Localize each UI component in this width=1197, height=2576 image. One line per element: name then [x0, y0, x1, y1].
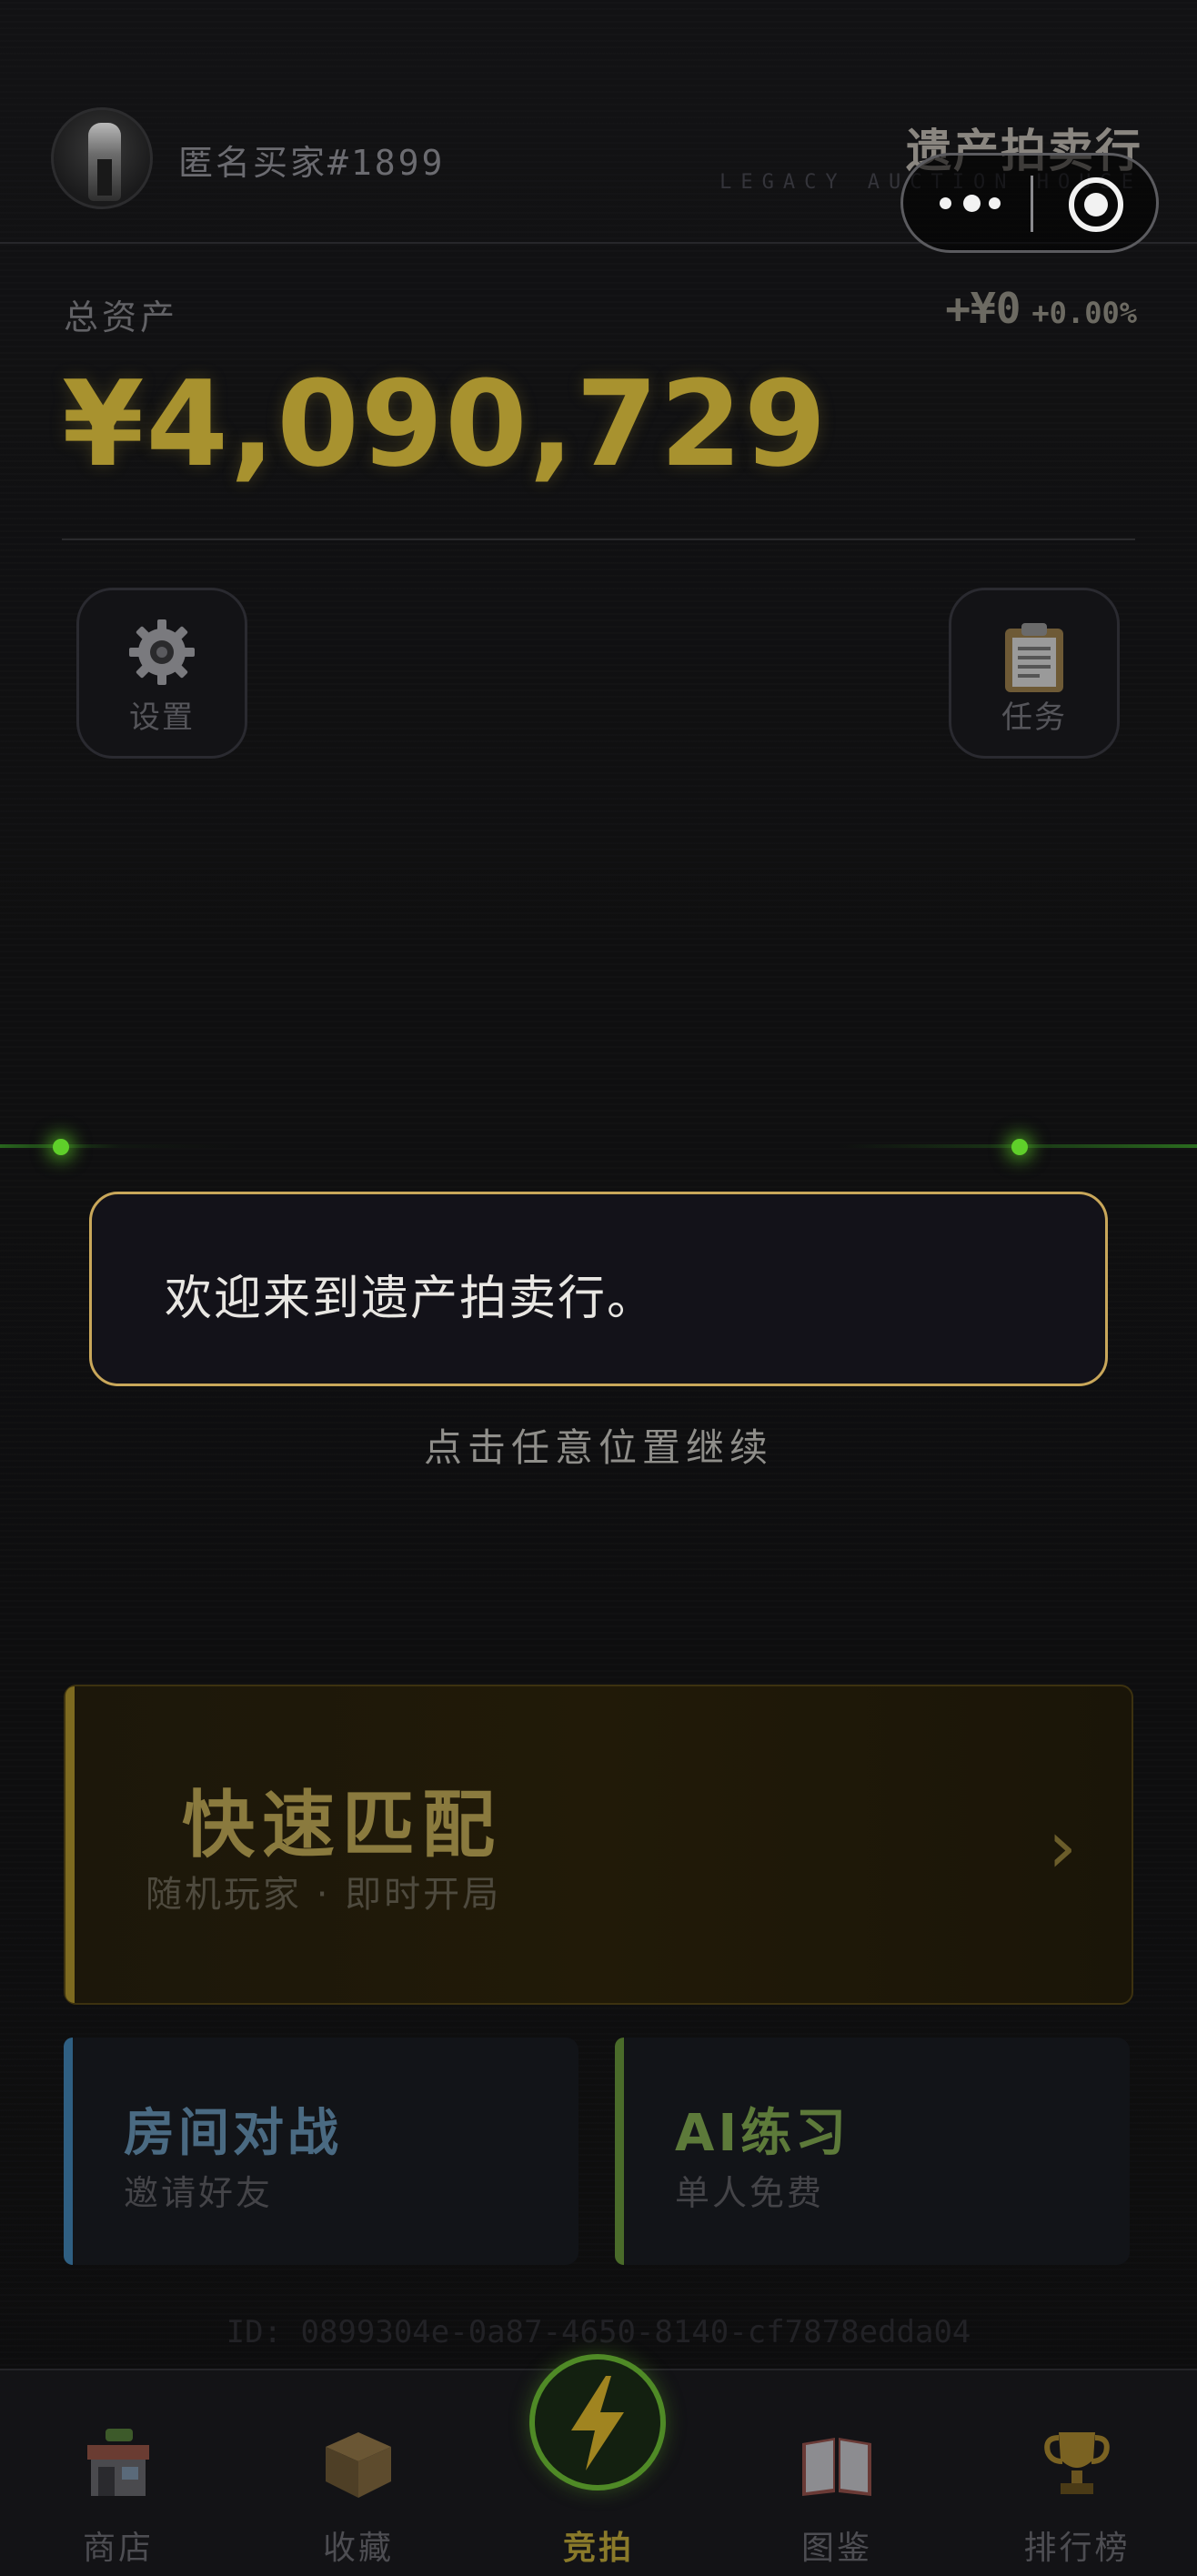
nav-label-collection: 收藏	[322, 2530, 394, 2567]
book-icon	[799, 2425, 875, 2501]
assets-change-percent: +0.00%	[1031, 296, 1137, 330]
settings-button[interactable]: 设置	[76, 588, 247, 759]
total-assets-value: ¥4,090,729	[62, 355, 829, 493]
glow-dot-left	[53, 1139, 69, 1155]
avatar[interactable]	[51, 107, 153, 209]
tasks-button[interactable]: 任务	[949, 588, 1120, 759]
room-battle-accent-bar	[64, 2038, 73, 2265]
glow-dot-right	[1011, 1139, 1028, 1155]
quick-match-card[interactable]: 快速匹配 随机玩家 · 即时开局 ›	[64, 1685, 1133, 2005]
ai-practice-subtitle: 单人免费	[675, 2173, 825, 2213]
app-screen: { "header": { "username": "匿名买家#1899", "…	[0, 0, 1197, 2576]
total-assets-label: 总资产	[64, 297, 179, 337]
trophy-icon	[1039, 2425, 1115, 2501]
nav-item-catalog[interactable]: 图鉴	[746, 2370, 928, 2576]
device-id: ID: 0899304e-0a87-4650-8140-cf7878edda04	[226, 2314, 971, 2350]
tasks-label: 任务	[1001, 699, 1067, 736]
nav-label-auction: 竞拍	[562, 2530, 634, 2567]
welcome-dialog[interactable]: 欢迎来到遗产拍卖行。	[89, 1192, 1108, 1386]
divider	[62, 538, 1135, 540]
ai-practice-card[interactable]: AI练习 单人免费	[615, 2038, 1130, 2265]
assets-change-amount: +¥0	[945, 284, 1021, 333]
room-battle-title: 房间对战	[124, 2104, 342, 2163]
quick-match-title: 快速匹配	[182, 1783, 502, 1867]
nav-label-leaderboard: 排行榜	[1023, 2530, 1131, 2567]
room-battle-card[interactable]: 房间对战 邀请好友	[64, 2038, 578, 2265]
box-icon	[320, 2425, 397, 2501]
nav-item-collection[interactable]: 收藏	[267, 2370, 449, 2576]
quick-match-subtitle: 随机玩家 · 即时开局	[146, 1874, 502, 1916]
assets-change: +¥0 +0.00%	[945, 284, 1137, 333]
nav-item-shop[interactable]: 商店	[27, 2370, 209, 2576]
capsule-divider	[1031, 176, 1033, 232]
close-target-icon[interactable]	[1069, 177, 1123, 232]
ai-practice-accent-bar	[615, 2038, 624, 2265]
auction-center-button[interactable]	[529, 2354, 666, 2490]
room-battle-subtitle: 邀请好友	[124, 2173, 274, 2213]
miniprogram-capsule	[900, 153, 1159, 253]
shop-icon	[80, 2425, 156, 2501]
gear-icon	[126, 616, 198, 702]
more-icon[interactable]	[936, 190, 1018, 217]
nav-item-leaderboard[interactable]: 排行榜	[986, 2370, 1168, 2576]
lightning-icon	[571, 2376, 624, 2470]
chevron-right-icon: ›	[1048, 1805, 1077, 1889]
quick-match-accent-bar	[65, 1686, 75, 2003]
username: 匿名买家#1899	[178, 143, 446, 183]
ai-practice-title: AI练习	[675, 2104, 850, 2163]
top-header: 匿名买家#1899 LEGACY AUCTION HOUSE 遗产拍卖行	[0, 0, 1197, 253]
nav-label-shop: 商店	[82, 2530, 154, 2567]
nav-label-catalog: 图鉴	[800, 2530, 872, 2567]
welcome-message: 欢迎来到遗产拍卖行。	[165, 1272, 657, 1326]
continue-hint: 点击任意位置继续	[423, 1425, 773, 1470]
settings-label: 设置	[129, 699, 195, 736]
